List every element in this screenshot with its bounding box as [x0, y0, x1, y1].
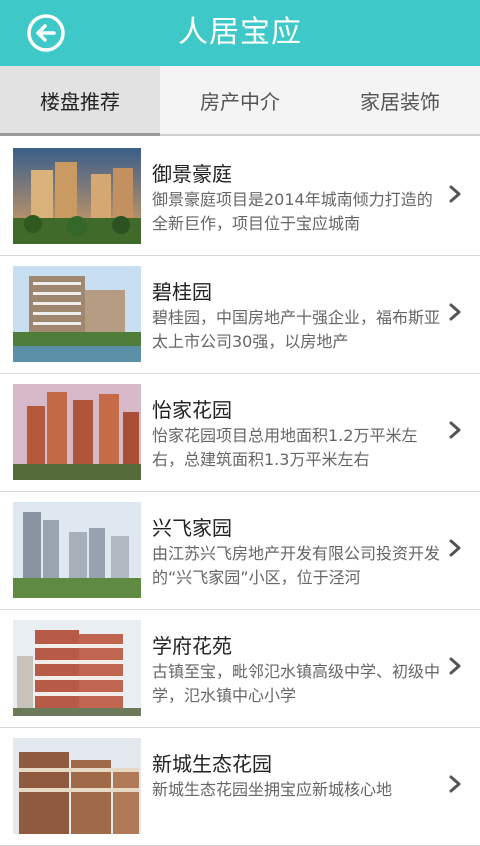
chevron-right-icon — [449, 421, 461, 439]
listing-description: 古镇至宝，毗邻氾水镇高级中学、初级中学，氾水镇中心小学 — [152, 662, 441, 705]
listing-photo — [13, 266, 141, 362]
listing-photo — [13, 738, 141, 834]
listing-title: 学府花苑 — [152, 634, 232, 658]
listing-description: 御景豪庭项目是2014年城南倾力打造的全新巨作，项目位于宝应城南 — [152, 190, 433, 233]
tab-real-estate-agency[interactable]: 房产中介 — [160, 66, 320, 134]
list-item[interactable]: 新城生态花园 新城生态花园坐拥宝应新城核心地 — [0, 728, 480, 846]
chevron-right-icon — [449, 775, 461, 793]
listing-title: 碧桂园 — [152, 280, 212, 304]
listing-title: 御景豪庭 — [152, 162, 232, 186]
list-item[interactable]: 御景豪庭 御景豪庭项目是2014年城南倾力打造的全新巨作，项目位于宝应城南 — [0, 138, 480, 256]
tab-bar: 楼盘推荐 房产中介 家居装饰 — [0, 66, 480, 136]
list-item[interactable]: 怡家花园 怡家花园项目总用地面积1.2万平米左右，总建筑面积1.3万平米左右 — [0, 374, 480, 492]
listing-description: 碧桂园，中国房地产十强企业，福布斯亚太上市公司30强，以房地产 — [152, 308, 441, 351]
listing-photo — [13, 502, 141, 598]
tab-home-decoration[interactable]: 家居装饰 — [320, 66, 480, 134]
chevron-right-icon — [449, 185, 461, 203]
listing-description: 怡家花园项目总用地面积1.2万平米左右，总建筑面积1.3万平米左右 — [152, 426, 418, 469]
listing-title: 怡家花园 — [152, 398, 232, 422]
listing-list: 御景豪庭 御景豪庭项目是2014年城南倾力打造的全新巨作，项目位于宝应城南 碧桂… — [0, 138, 480, 846]
list-item[interactable]: 碧桂园 碧桂园，中国房地产十强企业，福布斯亚太上市公司30强，以房地产 — [0, 256, 480, 374]
page-title: 人居宝应 — [178, 15, 302, 50]
listing-photo — [13, 384, 141, 480]
listing-description: 由江苏兴飞房地产开发有限公司投资开发的“兴飞家园”小区，位于泾河 — [152, 544, 441, 587]
chevron-right-icon — [449, 657, 461, 675]
listing-title: 新城生态花园 — [152, 752, 272, 776]
listing-photo — [13, 620, 141, 716]
listing-description: 新城生态花园坐拥宝应新城核心地 — [152, 780, 393, 799]
chevron-right-icon — [449, 303, 461, 321]
listing-title: 兴飞家园 — [152, 516, 232, 540]
tab-property-recommend[interactable]: 楼盘推荐 — [0, 66, 160, 136]
listing-photo — [13, 148, 141, 244]
chevron-right-icon — [449, 539, 461, 557]
app-header: 人居宝应 — [0, 0, 480, 66]
list-item[interactable]: 学府花苑 古镇至宝，毗邻氾水镇高级中学、初级中学，氾水镇中心小学 — [0, 610, 480, 728]
list-item[interactable]: 兴飞家园 由江苏兴飞房地产开发有限公司投资开发的“兴飞家园”小区，位于泾河 — [0, 492, 480, 610]
